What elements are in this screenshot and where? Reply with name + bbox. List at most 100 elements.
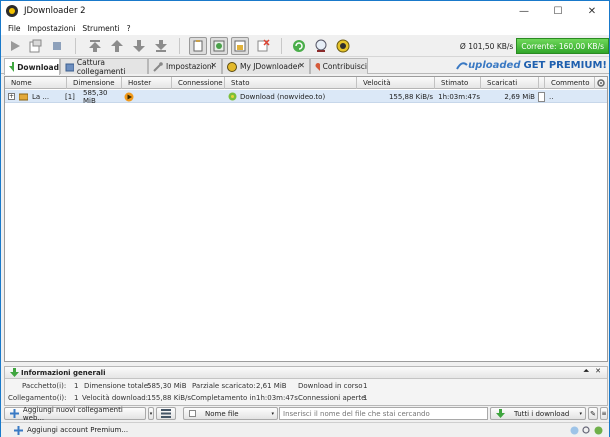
- pause-toggle-icon: [29, 39, 42, 53]
- tab-contribuisci-label: Contribuisci: [322, 62, 367, 71]
- close-button[interactable]: ✕: [575, 1, 609, 21]
- menu-help[interactable]: ?: [127, 24, 131, 33]
- column-commento[interactable]: Commento: [545, 77, 595, 89]
- column-hoster[interactable]: Hoster: [122, 77, 172, 89]
- pause-button[interactable]: [27, 38, 43, 54]
- arrow-bottom-icon: [155, 40, 167, 52]
- tab-impostazioni[interactable]: Impostazioni ✕: [148, 58, 222, 74]
- value-links: 1: [74, 394, 79, 402]
- comment: ..: [549, 92, 554, 101]
- chevron-down-icon: ▾: [579, 410, 582, 417]
- speed-indicator: Ø 101,50 KB/s Corrente: 160,00 KB/s: [460, 35, 609, 57]
- progress-box: [538, 90, 546, 103]
- column-stato[interactable]: Stato: [225, 77, 357, 89]
- label-partial: Parziale scaricato:: [192, 382, 256, 390]
- tab-bar: Download Cattura collegamenti Impostazio…: [1, 57, 609, 76]
- column-stimato[interactable]: Stimato: [435, 77, 481, 89]
- menu-impostazioni[interactable]: Impostazioni: [28, 24, 76, 33]
- tab-contribuisci[interactable]: Contribuisci: [310, 58, 368, 74]
- connection-icon[interactable]: [594, 426, 603, 435]
- value-packages: 1: [74, 382, 79, 390]
- maximize-button[interactable]: ☐: [541, 1, 575, 21]
- network-icon[interactable]: [570, 426, 579, 435]
- list-view-icon: [161, 409, 171, 418]
- refresh-button[interactable]: [291, 38, 307, 54]
- expand-toggle[interactable]: +: [8, 90, 16, 103]
- tab-myjd-label: My JDownloader: [240, 62, 301, 71]
- silent-mode-toggle[interactable]: [255, 38, 271, 54]
- column-nome[interactable]: Nome: [5, 77, 67, 89]
- column-velocita[interactable]: Velocità: [357, 77, 435, 89]
- tab-download[interactable]: Download: [4, 58, 60, 75]
- close-tab-icon[interactable]: ✕: [298, 61, 305, 70]
- move-up-button[interactable]: [109, 38, 125, 54]
- update-icon: [336, 39, 350, 53]
- close-tab-icon[interactable]: ✕: [210, 61, 217, 70]
- menu-strumenti[interactable]: Strumenti: [82, 24, 119, 33]
- premium-toggle[interactable]: [231, 37, 249, 55]
- premium-banner[interactable]: uploaded GET PREMIUM!: [456, 59, 607, 71]
- add-premium-account-link[interactable]: Aggiungi account Premium...: [27, 426, 128, 434]
- play-icon: [11, 41, 20, 51]
- refresh-icon: [293, 40, 305, 52]
- promo-cta: GET PREMIUM!: [523, 59, 607, 71]
- current-speed[interactable]: Corrente: 160,00 KB/s: [516, 38, 609, 54]
- info-panel-header: Informazioni generali ⏶ ✕: [5, 367, 607, 379]
- label-links: Collegamento(i):: [8, 394, 67, 402]
- search-field-select[interactable]: Nome file ▾: [183, 407, 278, 420]
- stop-button[interactable]: [49, 38, 65, 54]
- start-download-button[interactable]: [7, 38, 23, 54]
- myjd-icon: [227, 61, 237, 72]
- add-links-button[interactable]: Aggiungi nuovi collegamenti web...: [4, 405, 146, 422]
- update-button[interactable]: [335, 38, 351, 54]
- settings-button[interactable]: ✎: [588, 407, 598, 420]
- tab-my-jdownloader[interactable]: My JDownloader ✕: [222, 58, 310, 74]
- move-down-button[interactable]: [131, 38, 147, 54]
- menu-file[interactable]: File: [8, 24, 21, 33]
- reconnect-button[interactable]: [313, 38, 329, 54]
- search-input[interactable]: [279, 407, 488, 420]
- collapse-icon[interactable]: ⏶: [583, 367, 589, 376]
- search-icon[interactable]: [582, 426, 591, 435]
- add-links-dropdown[interactable]: ▾: [148, 407, 154, 420]
- close-panel-icon[interactable]: ✕: [595, 367, 601, 375]
- column-dimensione[interactable]: Dimensione: [67, 77, 122, 89]
- label-download-speed: Velocità download:: [82, 394, 149, 402]
- view-options-button[interactable]: [156, 407, 176, 420]
- column-settings[interactable]: [595, 77, 607, 89]
- download-arrow-icon: [496, 409, 505, 418]
- column-scaricati[interactable]: Scaricati: [481, 77, 539, 89]
- app-window: JDownloader 2 — ☐ ✕ File Impostazioni St…: [0, 0, 610, 437]
- linkgrabber-icon: [65, 63, 74, 71]
- add-links-label: Aggiungi nuovi collegamenti web...: [22, 405, 123, 422]
- silent-mode-icon: [257, 39, 270, 52]
- value-download-speed: 155,88 KiB/s: [147, 394, 192, 402]
- package-name: La ...: [32, 92, 50, 101]
- plus-icon: [10, 409, 19, 418]
- download-table: Nome Dimensione Hoster Connessione Stato…: [4, 76, 608, 362]
- filter-checkbox[interactable]: [189, 410, 196, 417]
- arrow-top-icon: [89, 40, 101, 52]
- menu-button[interactable]: ≡: [600, 407, 608, 420]
- tab-cattura-collegamenti[interactable]: Cattura collegamenti: [60, 58, 148, 76]
- clipboard-monitor-toggle[interactable]: [189, 37, 207, 55]
- label-completion: Completamento in: [191, 394, 256, 402]
- link-count: [1]: [65, 92, 75, 101]
- move-bottom-button[interactable]: [153, 38, 169, 54]
- value-completion: 1h:03m:47s: [256, 394, 298, 402]
- gear-icon: [597, 79, 605, 87]
- move-top-button[interactable]: [87, 38, 103, 54]
- auto-reconnect-toggle[interactable]: [210, 37, 228, 55]
- package-size: 585,30 MiB: [83, 88, 108, 105]
- table-row[interactable]: + La ... [1] 585,30 MiB Download (nowvid…: [5, 88, 607, 105]
- stop-icon: [53, 42, 61, 50]
- label-connections: Connessioni aperte: [298, 394, 366, 402]
- heart-icon: [315, 62, 320, 71]
- minimize-button[interactable]: —: [507, 1, 541, 21]
- label-in-progress: Download in corso: [298, 382, 363, 390]
- eta: 1h:03m:47s: [438, 92, 480, 101]
- value-connections: 1: [363, 394, 368, 402]
- all-downloads-button[interactable]: Tutti i download ▾: [490, 407, 586, 420]
- column-connessione[interactable]: Connessione: [172, 77, 225, 89]
- tab-impostazioni-label: Impostazioni: [166, 62, 214, 71]
